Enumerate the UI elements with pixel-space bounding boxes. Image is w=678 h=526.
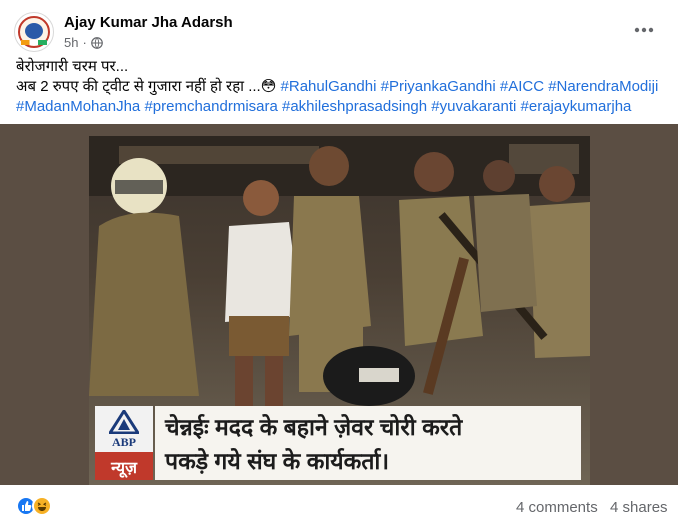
logo-sub-text: न्यूज़ (111, 460, 137, 477)
post-text: बेरोजगारी चरम पर... अब 2 रुपए की ट्वीट स… (16, 57, 666, 117)
hashtag-link[interactable]: #AICC (500, 78, 544, 95)
news-photo: ABP न्यूज़ चेन्नईः मदद के बहाने ज़ेवर चो… (89, 136, 590, 485)
post-text-line-3: #MadanMohanJha #premchandrmisara #akhile… (16, 97, 666, 117)
hashtag-link[interactable]: #RahulGandhi (281, 78, 377, 95)
comments-count[interactable]: 4 comments (516, 499, 598, 516)
globe-icon (90, 36, 103, 49)
post-photo[interactable]: ABP न्यूज़ चेन्नईः मदद के बहाने ज़ेवर चो… (0, 124, 678, 485)
abp-news-logo: ABP न्यूज़ (95, 406, 153, 480)
news-caption: चेन्नईः मदद के बहाने ज़ेवर चोरी करते पकड… (155, 406, 581, 480)
author-name[interactable]: Ajay Kumar Jha Adarsh (64, 14, 233, 31)
post-time[interactable]: 5h (64, 35, 78, 50)
author-avatar[interactable] (14, 12, 54, 52)
avatar-emblem (25, 23, 43, 39)
avatar-flag-band (21, 40, 47, 45)
shares-count[interactable]: 4 shares (610, 499, 668, 516)
post-text-line-1: बेरोजगारी चरम पर... (16, 58, 129, 75)
hashtag-link[interactable]: #erajaykumarjha (521, 98, 632, 115)
post-text-sentence: अब 2 रुपए की ट्वीट से गुजारा नहीं हो रहा… (16, 78, 261, 95)
hashtag-link[interactable]: #PriyankaGandhi (381, 78, 496, 95)
caption-line-2: पकड़े गये संघ के कार्यकर्ता। (165, 448, 390, 474)
post-text-line-2: अब 2 रुपए की ट्वीट से गुजारा नहीं हो रहा… (16, 77, 666, 97)
hashtag-link[interactable]: #premchandrmisara (144, 98, 277, 115)
hashtag-link[interactable]: #NarendraModiji (548, 78, 658, 95)
logo-brand-text: ABP (112, 435, 136, 449)
hashtag-link[interactable]: #yuvakaranti (431, 98, 516, 115)
post-meta: 5h · (64, 35, 103, 50)
flushed-emoji-icon: 😳 (260, 78, 277, 95)
post-footer: 4 comments 4 shares (0, 490, 678, 526)
reaction-summary[interactable] (16, 496, 56, 516)
hashtag-link[interactable]: #MadanMohanJha (16, 98, 140, 115)
hashtag-link[interactable]: #akhileshprasadsingh (282, 98, 427, 115)
post-header: Ajay Kumar Jha Adarsh 5h · (0, 0, 678, 56)
caption-line-1: चेन्नईः मदद के बहाने ज़ेवर चोरी करते (165, 414, 463, 440)
haha-icon (32, 496, 52, 516)
abp-logo-mark (109, 410, 139, 434)
more-options-icon[interactable] (628, 18, 660, 42)
